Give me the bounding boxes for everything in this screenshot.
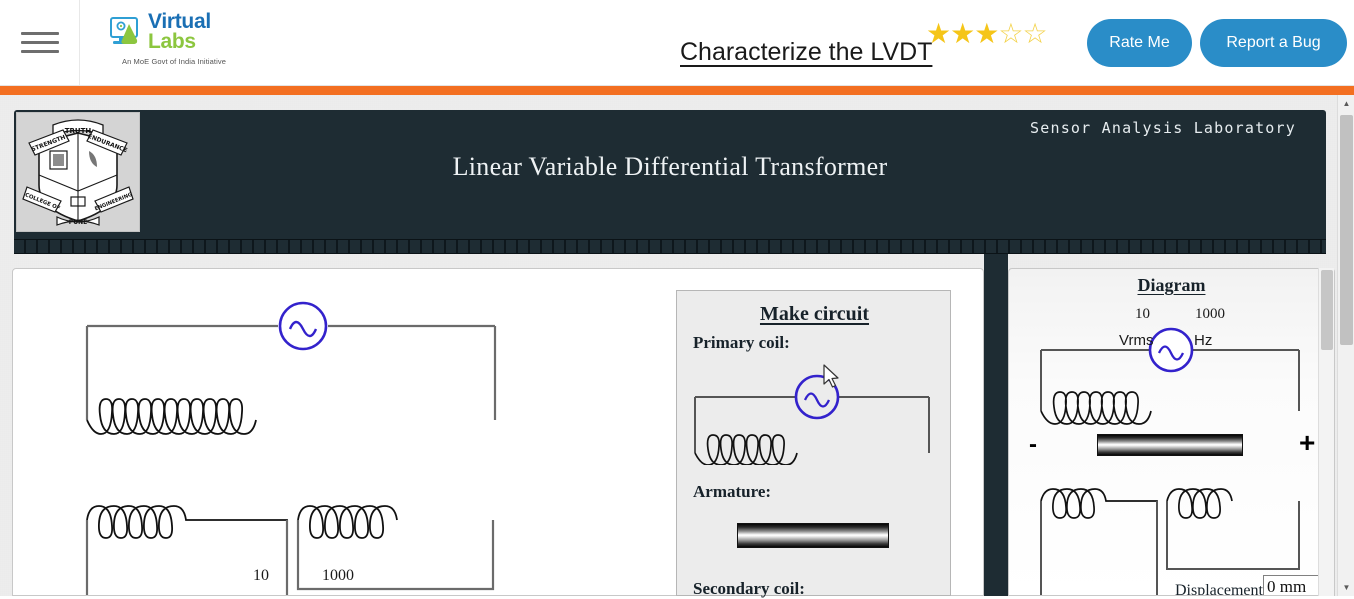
diagram-frequency-value: 1000 bbox=[1195, 306, 1225, 322]
star-filled-1[interactable]: ★ bbox=[926, 18, 951, 49]
page-scrollbar[interactable]: ▲ ▼ bbox=[1337, 95, 1354, 596]
brand-virtual-text: Virtual bbox=[148, 10, 211, 33]
brand-tagline: An MoE Govt of India Initiative bbox=[122, 56, 226, 66]
displacement-label: Displacement bbox=[1175, 582, 1263, 596]
diagram-voltage-value: 10 bbox=[1135, 306, 1150, 322]
flask-monitor-icon bbox=[110, 16, 138, 44]
ac-source-icon bbox=[278, 301, 328, 351]
scroll-up-arrow[interactable]: ▲ bbox=[1338, 95, 1354, 112]
primary-coil-label: Primary coil: bbox=[693, 333, 790, 352]
star-filled-2[interactable]: ★ bbox=[950, 18, 975, 49]
increase-displacement-button[interactable]: + bbox=[1299, 427, 1315, 459]
report-a-bug-button[interactable]: Report a Bug bbox=[1200, 19, 1347, 67]
virtual-labs-logo[interactable]: Virtual Labs An MoE Govt of India Initia… bbox=[110, 10, 310, 66]
armature-label: Armature: bbox=[693, 482, 772, 501]
diagram-inner-scrollbar[interactable] bbox=[1318, 268, 1334, 596]
diagram-voltage-unit: Vrms bbox=[1119, 332, 1154, 349]
column-separator bbox=[984, 254, 1008, 596]
primary-coil-thumbnail[interactable] bbox=[687, 369, 943, 465]
scroll-down-arrow[interactable]: ▼ bbox=[1338, 579, 1354, 596]
star-filled-3[interactable]: ★ bbox=[974, 18, 999, 49]
ac-source-icon bbox=[1148, 327, 1194, 373]
svg-text:TRUTH: TRUTH bbox=[65, 127, 92, 135]
top-navbar: Virtual Labs An MoE Govt of India Initia… bbox=[0, 0, 1354, 86]
diagram-heading: Diagram bbox=[1137, 275, 1206, 295]
source-voltage-value: 10 bbox=[253, 567, 269, 584]
diagram-panel: Diagram 10 1000 Vrms Hz - + Displacement… bbox=[1008, 268, 1335, 596]
laboratory-name: Sensor Analysis Laboratory bbox=[1030, 119, 1296, 137]
rating-stars[interactable]: ★★★☆☆ bbox=[926, 18, 1048, 49]
star-empty-4[interactable]: ☆ bbox=[998, 18, 1023, 49]
experiment-title[interactable]: Characterize the LVDT bbox=[680, 38, 932, 67]
rate-me-button[interactable]: Rate Me bbox=[1087, 19, 1192, 67]
hamburger-icon bbox=[20, 30, 59, 56]
header-ruler-strip bbox=[14, 239, 1326, 254]
armature-thumbnail[interactable] bbox=[737, 523, 889, 548]
secondary-coil-label: Secondary coil: bbox=[693, 579, 805, 598]
diagram-armature-core[interactable] bbox=[1097, 434, 1243, 456]
page-scrollbar-thumb[interactable] bbox=[1340, 115, 1353, 345]
diagram-inner-scrollbar-thumb[interactable] bbox=[1321, 270, 1333, 350]
simulator-header: TRUTH STRENGTH ENDURANCE COLLEGE OF ENGI… bbox=[14, 110, 1326, 254]
diagram-frequency-unit: Hz bbox=[1194, 332, 1213, 349]
star-empty-5[interactable]: ☆ bbox=[1022, 18, 1047, 49]
make-circuit-panel: Make circuit Primary coil: Armature: Sec… bbox=[676, 290, 951, 598]
accent-bar bbox=[0, 86, 1354, 95]
source-frequency-value: 1000 bbox=[322, 567, 354, 584]
svg-text:PUNE: PUNE bbox=[69, 219, 87, 226]
menu-button[interactable] bbox=[0, 0, 80, 85]
make-circuit-heading: Make circuit bbox=[759, 303, 870, 325]
simulator-title: Linear Variable Differential Transformer bbox=[452, 152, 888, 181]
ac-source-icon bbox=[794, 374, 840, 420]
brand-labs-text: Labs bbox=[148, 29, 196, 53]
decrease-displacement-button[interactable]: - bbox=[1029, 431, 1037, 459]
